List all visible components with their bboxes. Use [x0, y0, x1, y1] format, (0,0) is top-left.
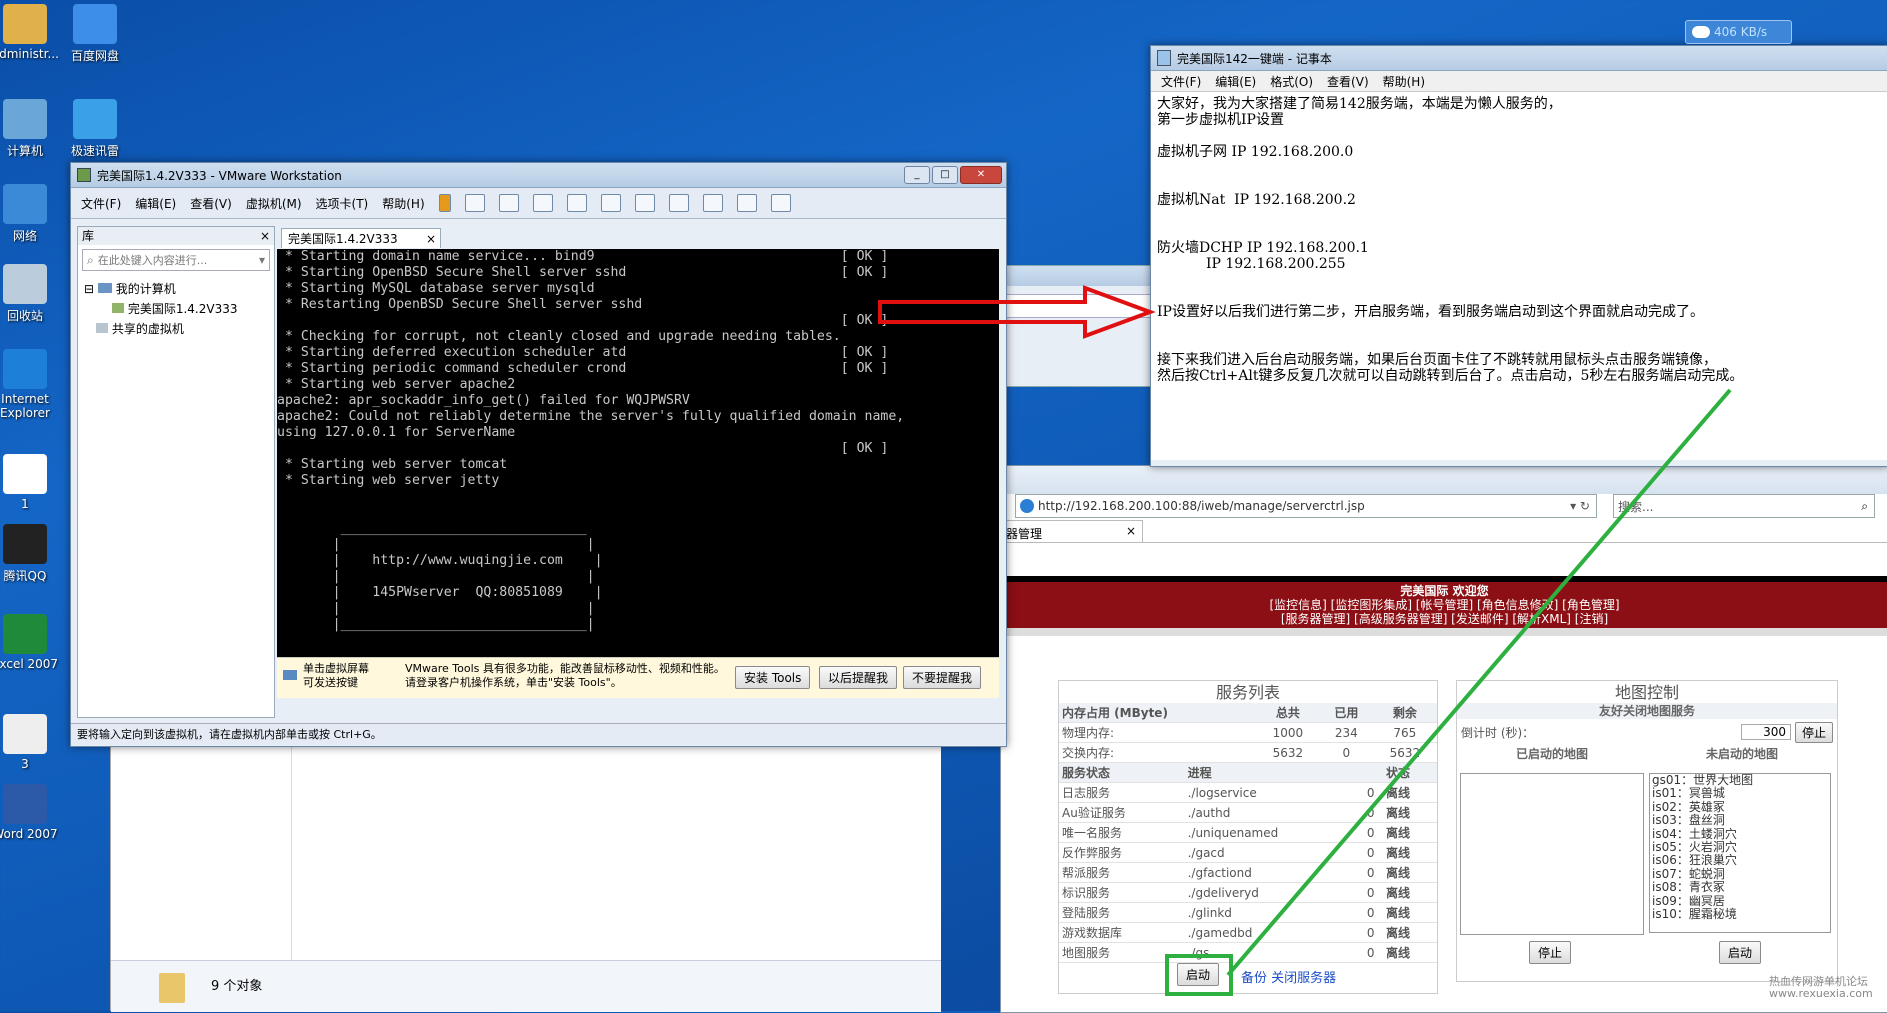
red-arrow: [878, 285, 1156, 339]
green-line: [1226, 388, 1732, 977]
annotation-overlay: [878, 285, 1732, 977]
